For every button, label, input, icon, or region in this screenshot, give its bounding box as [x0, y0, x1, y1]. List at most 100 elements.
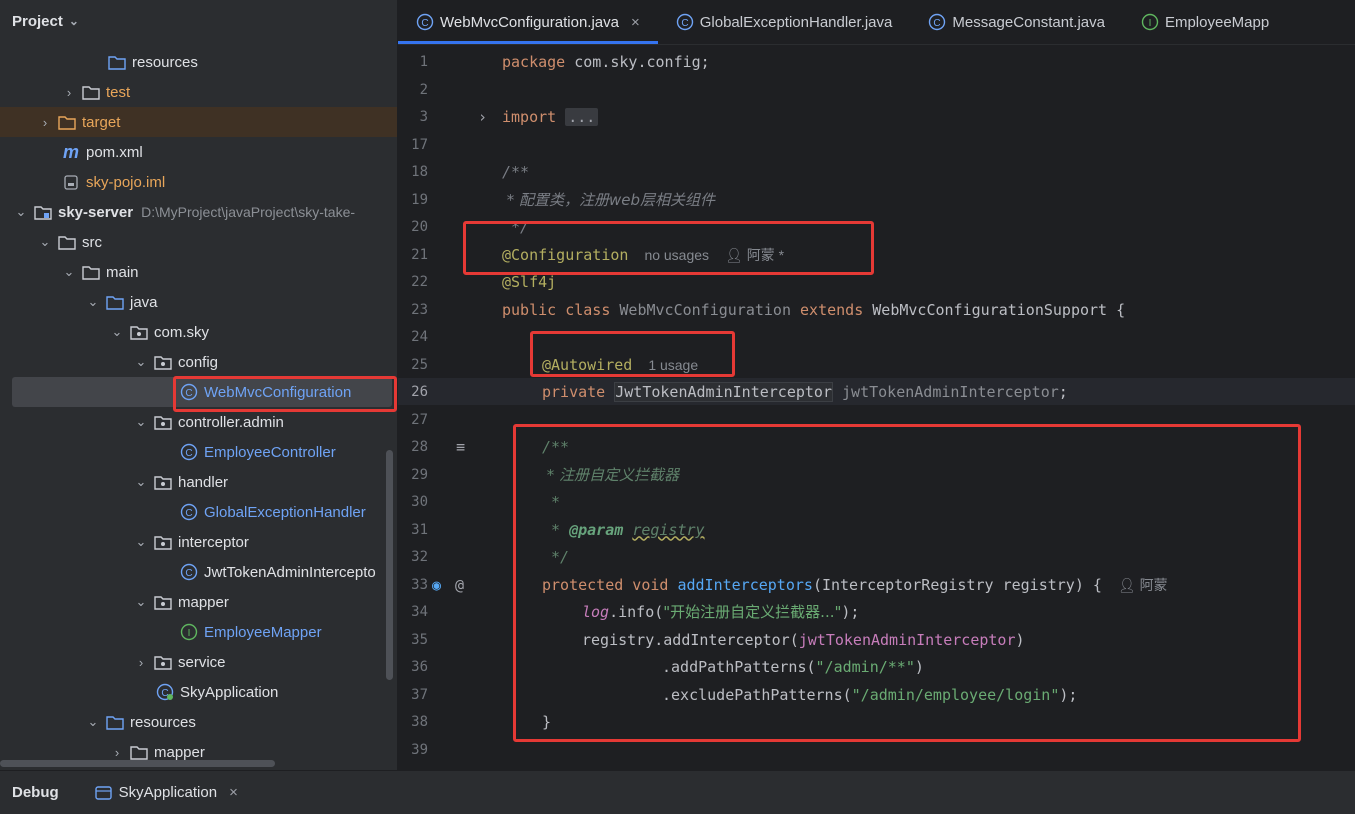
- run-config-tab[interactable]: SkyApplication ×: [94, 784, 238, 802]
- code-line[interactable]: 21 @Configuration no usages 👤︎ 阿蒙 *: [398, 241, 1355, 268]
- tree-item-webmvcconfiguration[interactable]: C WebMvcConfiguration: [12, 377, 392, 407]
- class-icon: C: [928, 13, 946, 31]
- chevron-down-icon[interactable]: ⌄: [134, 474, 148, 490]
- chevron-right-icon[interactable]: ›: [62, 85, 76, 100]
- code-line[interactable]: 22 @Slf4j: [398, 268, 1355, 295]
- vertical-scrollbar[interactable]: [386, 450, 393, 680]
- author-hint[interactable]: 👤︎ 阿蒙: [1118, 577, 1168, 593]
- tree-item-label: controller.admin: [178, 413, 284, 431]
- tree-item-label: JwtTokenAdminIntercepto: [204, 563, 376, 581]
- tree-item-handler[interactable]: ⌄ handler: [0, 467, 397, 497]
- tree-item-iml[interactable]: sky-pojo.iml: [0, 167, 397, 197]
- line-number: 23: [411, 301, 428, 318]
- code-line[interactable]: 2: [398, 76, 1355, 103]
- fold-expand-icon[interactable]: ›: [478, 108, 487, 126]
- tab-messageconstant[interactable]: C MessageConstant.java: [910, 0, 1123, 44]
- tree-item-resources-top[interactable]: resources: [0, 47, 397, 77]
- line-number: 26: [411, 383, 428, 400]
- tree-item-pom[interactable]: m pom.xml: [0, 137, 397, 167]
- tree-item-target[interactable]: › target: [0, 107, 397, 137]
- at-icon[interactable]: @: [455, 576, 464, 594]
- tree-item-sky-server[interactable]: ⌄ sky-server D:\MyProject\javaProject\sk…: [0, 197, 397, 227]
- tree-item-controller-admin[interactable]: ⌄ controller.admin: [0, 407, 397, 437]
- tree-item-src[interactable]: ⌄ src: [0, 227, 397, 257]
- code-text: .addPathPatterns("/admin/**"): [662, 657, 924, 676]
- tree-item-skyapplication[interactable]: C SkyApplication: [0, 677, 397, 707]
- code-line[interactable]: 36 .addPathPatterns("/admin/**"): [398, 653, 1355, 680]
- tree-item-globalexceptionhandler[interactable]: C GlobalExceptionHandler: [0, 497, 397, 527]
- tree-item-service[interactable]: › service: [0, 647, 397, 677]
- code-editor[interactable]: 1 package com.sky.config; 2 3 › import .…: [398, 45, 1355, 770]
- code-text: @Autowired 1 usage: [542, 355, 699, 374]
- tab-globalexceptionhandler[interactable]: C GlobalExceptionHandler.java: [658, 0, 911, 44]
- code-line[interactable]: 1 package com.sky.config;: [398, 48, 1355, 75]
- close-icon[interactable]: ×: [229, 784, 238, 801]
- editor-tab-bar: C WebMvcConfiguration.java × C GlobalExc…: [398, 0, 1355, 45]
- iml-file-icon: [62, 173, 80, 191]
- tree-item-label: main: [106, 263, 139, 281]
- code-line[interactable]: 23 public class WebMvcConfiguration exte…: [398, 296, 1355, 323]
- chevron-down-icon[interactable]: ⌄: [110, 324, 124, 340]
- code-line[interactable]: 34 log.info("开始注册自定义拦截器...");: [398, 598, 1355, 625]
- code-line[interactable]: 30 *: [398, 488, 1355, 515]
- code-line[interactable]: 35 registry.addInterceptor(jwtTokenAdmin…: [398, 626, 1355, 653]
- tree-item-config[interactable]: ⌄ config: [0, 347, 397, 377]
- code-line[interactable]: 25 @Autowired 1 usage: [398, 351, 1355, 378]
- chevron-down-icon[interactable]: ⌄: [134, 414, 148, 430]
- chevron-down-icon[interactable]: ⌄: [14, 204, 28, 220]
- close-icon[interactable]: ×: [631, 14, 640, 31]
- tree-item-resources-main[interactable]: ⌄ resources: [0, 707, 397, 737]
- chevron-down-icon[interactable]: ⌄: [134, 534, 148, 550]
- tab-webmvcconfiguration[interactable]: C WebMvcConfiguration.java ×: [398, 0, 658, 44]
- line-number: 2: [419, 81, 428, 98]
- chevron-down-icon[interactable]: ⌄: [86, 714, 100, 730]
- folded-imports[interactable]: ...: [565, 107, 599, 126]
- code-line[interactable]: 37 .excludePathPatterns("/admin/employee…: [398, 681, 1355, 708]
- override-icon[interactable]: ◉: [432, 576, 441, 594]
- usages-hint[interactable]: 1 usage: [648, 357, 698, 373]
- code-line[interactable]: 33 ◉ @ protected void addInterceptors(In…: [398, 571, 1355, 598]
- code-line[interactable]: 39: [398, 736, 1355, 763]
- rendered-doc-icon[interactable]: ≡: [456, 438, 465, 456]
- code-line[interactable]: 28 ≡ /**: [398, 433, 1355, 460]
- tree-item-label: resources: [130, 713, 196, 731]
- chevron-right-icon[interactable]: ›: [38, 115, 52, 130]
- code-line[interactable]: 29 * 注册自定义拦截器: [398, 461, 1355, 488]
- usages-hint[interactable]: no usages: [644, 247, 709, 263]
- chevron-down-icon[interactable]: ⌄: [134, 354, 148, 370]
- tree-item-main[interactable]: ⌄ main: [0, 257, 397, 287]
- chevron-down-icon[interactable]: ⌄: [69, 14, 79, 28]
- code-line[interactable]: 24: [398, 323, 1355, 350]
- tree-item-employeemapper[interactable]: I EmployeeMapper: [0, 617, 397, 647]
- horizontal-scrollbar[interactable]: [0, 760, 275, 767]
- debug-title[interactable]: Debug: [12, 784, 59, 801]
- tree-item-test[interactable]: › test: [0, 77, 397, 107]
- chevron-down-icon[interactable]: ⌄: [86, 294, 100, 310]
- chevron-right-icon[interactable]: ›: [110, 745, 124, 760]
- project-panel-header[interactable]: Project ⌄: [0, 0, 397, 42]
- tree-item-mapper-package[interactable]: ⌄ mapper: [0, 587, 397, 617]
- code-line[interactable]: 3 › import ...: [398, 103, 1355, 130]
- chevron-down-icon[interactable]: ⌄: [134, 594, 148, 610]
- code-line[interactable]: 20 */: [398, 213, 1355, 240]
- chevron-down-icon[interactable]: ⌄: [62, 264, 76, 280]
- package-icon: [130, 323, 148, 341]
- chevron-down-icon[interactable]: ⌄: [38, 234, 52, 250]
- tree-item-java[interactable]: ⌄ java: [0, 287, 397, 317]
- tree-item-employeecontroller[interactable]: C EmployeeController: [0, 437, 397, 467]
- author-hint[interactable]: 👤︎ 阿蒙 *: [725, 247, 784, 263]
- code-line[interactable]: 38 }: [398, 708, 1355, 735]
- tab-employeemapper[interactable]: I EmployeeMapp: [1123, 0, 1287, 44]
- code-line[interactable]: 17: [398, 131, 1355, 158]
- tree-item-com-sky[interactable]: ⌄ com.sky: [0, 317, 397, 347]
- code-line[interactable]: 19 * 配置类，注册web层相关组件: [398, 186, 1355, 213]
- code-line[interactable]: 31 * @param registry: [398, 516, 1355, 543]
- code-line-current[interactable]: 26 private JwtTokenAdminInterceptor jwtT…: [398, 378, 1355, 405]
- chevron-right-icon[interactable]: ›: [134, 655, 148, 670]
- code-line[interactable]: 32 */: [398, 543, 1355, 570]
- tree-item-label: mapper: [154, 743, 205, 761]
- tree-item-jwttokenadmininterceptor[interactable]: C JwtTokenAdminIntercepto: [0, 557, 397, 587]
- code-line[interactable]: 18 /**: [398, 158, 1355, 185]
- tree-item-interceptor[interactable]: ⌄ interceptor: [0, 527, 397, 557]
- code-line[interactable]: 27: [398, 406, 1355, 433]
